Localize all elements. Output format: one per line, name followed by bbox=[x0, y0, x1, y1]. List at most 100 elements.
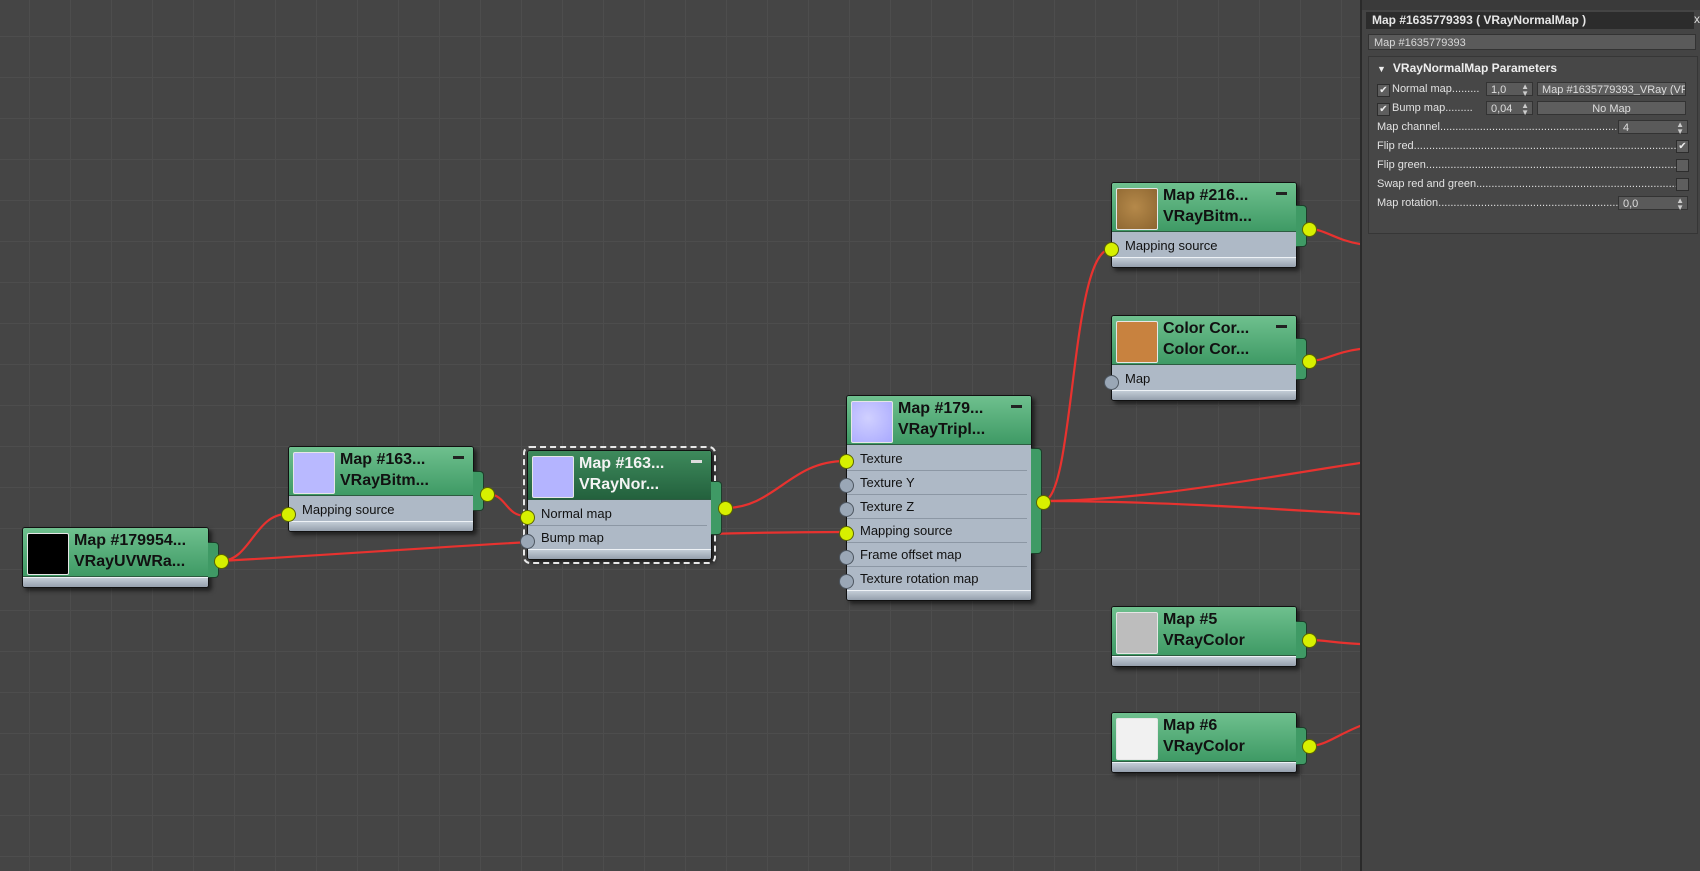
spinner-arrows-icon: ▲ ▼ bbox=[1521, 101, 1529, 117]
node-vraytriplanartex[interactable]: Map #179... VRayTripl... Texture Texture… bbox=[839, 395, 1051, 601]
node-footer bbox=[1112, 390, 1296, 400]
output-port[interactable] bbox=[1302, 739, 1317, 754]
input-port-texture[interactable] bbox=[839, 454, 854, 469]
node-footer bbox=[23, 577, 208, 587]
minimize-icon[interactable] bbox=[1276, 192, 1287, 195]
node-name: Map #163... bbox=[340, 451, 426, 468]
minimize-icon[interactable] bbox=[453, 456, 464, 459]
map-channel-spinner[interactable]: 4 ▲ ▼ bbox=[1618, 120, 1688, 136]
spinner-arrows-icon: ▲ ▼ bbox=[1676, 196, 1684, 212]
collapse-triangle-icon: ▼ bbox=[1377, 64, 1386, 74]
map-thumbnail bbox=[1116, 188, 1158, 230]
spinner-value: 4 bbox=[1623, 122, 1630, 134]
output-port[interactable] bbox=[480, 487, 495, 502]
map-thumbnail bbox=[532, 456, 574, 498]
wire-triplanar-out-a bbox=[1041, 461, 1360, 503]
node-header[interactable]: Color Cor... Color Cor... bbox=[1112, 316, 1296, 365]
spinner-arrows-icon: ▲ ▼ bbox=[1521, 82, 1529, 98]
node-header[interactable]: Map #163... VRayNor... bbox=[528, 451, 711, 500]
map-thumbnail bbox=[27, 533, 69, 575]
slot-normal-map[interactable]: Normal map bbox=[528, 502, 707, 526]
map-name-field[interactable]: Map #1635779393 bbox=[1368, 34, 1696, 50]
node-color-correction[interactable]: Color Cor... Color Cor... Map bbox=[1104, 315, 1317, 401]
bump-map-amount-spinner[interactable]: 0,04 ▲ ▼ bbox=[1486, 101, 1533, 117]
node-vraybitmap-2[interactable]: Map #216... VRayBitm... Mapping source bbox=[1104, 182, 1317, 268]
node-uvw-randomizer[interactable]: Map #179954... VRayUVWRa... bbox=[22, 527, 229, 588]
input-port-texture-z[interactable] bbox=[839, 502, 854, 517]
output-port[interactable] bbox=[1302, 354, 1317, 369]
slot-texture-z[interactable]: Texture Z bbox=[847, 495, 1027, 519]
node-header[interactable]: Map #216... VRayBitm... bbox=[1112, 183, 1296, 232]
wire-triplanar-to-bitmap2 bbox=[1041, 247, 1113, 503]
map-thumbnail bbox=[293, 452, 335, 494]
node-footer bbox=[528, 549, 711, 559]
node-name: Map #179954... bbox=[74, 532, 187, 549]
parameter-editor-panel: Map #1635779393 ( VRayNormalMap ) x Map … bbox=[1360, 0, 1700, 871]
input-port-texture-rotation-map[interactable] bbox=[839, 574, 854, 589]
input-port-frame-offset-map[interactable] bbox=[839, 550, 854, 565]
map-thumbnail bbox=[1116, 718, 1158, 760]
slot-bump-map[interactable]: Bump map bbox=[528, 526, 707, 549]
node-name: Map #6 bbox=[1163, 717, 1218, 734]
output-port[interactable] bbox=[1302, 222, 1317, 237]
normal-map-button[interactable]: Map #1635779393_VRay (VR bbox=[1537, 82, 1686, 96]
input-port-bump-map[interactable] bbox=[520, 534, 535, 549]
map-rotation-spinner[interactable]: 0,0 ▲ ▼ bbox=[1618, 196, 1688, 212]
node-vraycolor-5[interactable]: Map #5 VRayColor bbox=[1111, 606, 1317, 667]
slot-texture-y[interactable]: Texture Y bbox=[847, 471, 1027, 495]
node-type: VRayNor... bbox=[579, 476, 660, 493]
node-vraycolor-6[interactable]: Map #6 VRayColor bbox=[1111, 712, 1317, 773]
node-header[interactable]: Map #5 VRayColor bbox=[1112, 607, 1296, 656]
swap-red-green-label: Swap red and green......................… bbox=[1377, 178, 1677, 190]
slot-texture-rotation-map[interactable]: Texture rotation map bbox=[847, 567, 1027, 590]
output-port[interactable] bbox=[214, 554, 229, 569]
input-port-map[interactable] bbox=[1104, 375, 1119, 390]
node-type: VRayBitm... bbox=[340, 472, 429, 489]
bump-map-button[interactable]: No Map bbox=[1537, 101, 1686, 115]
node-footer bbox=[847, 590, 1031, 600]
input-port-mapping-source[interactable] bbox=[281, 507, 296, 522]
node-vraybitmap-1[interactable]: Map #163... VRayBitm... Mapping source bbox=[281, 446, 495, 532]
minimize-icon[interactable] bbox=[691, 460, 702, 463]
wire-color6-out bbox=[1307, 724, 1360, 748]
node-header[interactable]: Map #163... VRayBitm... bbox=[289, 447, 473, 496]
swap-red-green-checkbox[interactable] bbox=[1676, 178, 1689, 191]
slot-mapping-source[interactable]: Mapping source bbox=[289, 498, 469, 521]
input-port-mapping-source[interactable] bbox=[1104, 242, 1119, 257]
normal-map-label: Normal map......... bbox=[1392, 83, 1480, 95]
rollout-header[interactable]: ▼ VRayNormalMap Parameters bbox=[1377, 61, 1557, 75]
node-header[interactable]: Map #179954... VRayUVWRa... bbox=[23, 528, 208, 577]
output-port[interactable] bbox=[1036, 495, 1051, 510]
node-footer bbox=[1112, 762, 1296, 772]
input-port-mapping-source[interactable] bbox=[839, 526, 854, 541]
spinner-arrows-icon: ▲ ▼ bbox=[1676, 120, 1684, 136]
flip-red-checkbox[interactable]: ✔ bbox=[1676, 140, 1689, 153]
flip-green-checkbox[interactable] bbox=[1676, 159, 1689, 172]
output-port[interactable] bbox=[718, 501, 733, 516]
input-port-texture-y[interactable] bbox=[839, 478, 854, 493]
wire-uvw-to-bitmap1 bbox=[219, 512, 289, 563]
slot-frame-offset-map[interactable]: Frame offset map bbox=[847, 543, 1027, 567]
minimize-icon[interactable] bbox=[1276, 325, 1287, 328]
input-port-normal-map[interactable] bbox=[520, 510, 535, 525]
wire-triplanar-out-b bbox=[1041, 499, 1360, 516]
node-vraynormalmap[interactable]: Map #163... VRayNor... Normal map Bump m… bbox=[520, 446, 733, 564]
slot-mapping-source[interactable]: Mapping source bbox=[1112, 234, 1292, 257]
slot-map[interactable]: Map bbox=[1112, 367, 1292, 390]
slot-texture[interactable]: Texture bbox=[847, 447, 1027, 471]
normal-map-checkbox[interactable]: ✔ bbox=[1377, 84, 1390, 97]
node-footer bbox=[1112, 656, 1296, 666]
map-thumbnail bbox=[851, 401, 893, 443]
node-header[interactable]: Map #6 VRayColor bbox=[1112, 713, 1296, 762]
node-header[interactable]: Map #179... VRayTripl... bbox=[847, 396, 1031, 445]
close-icon[interactable]: x bbox=[1694, 12, 1700, 26]
minimize-icon[interactable] bbox=[1011, 405, 1022, 408]
bump-map-checkbox[interactable]: ✔ bbox=[1377, 103, 1390, 116]
output-port[interactable] bbox=[1302, 633, 1317, 648]
map-rotation-label: Map rotation............................… bbox=[1377, 197, 1627, 209]
vraynormalmap-parameters-rollout: ▼ VRayNormalMap Parameters ✔ Normal map..… bbox=[1368, 56, 1698, 234]
normal-map-amount-spinner[interactable]: 1,0 ▲ ▼ bbox=[1486, 82, 1533, 98]
node-editor-canvas[interactable]: Map #179954... VRayUVWRa... Map #163... … bbox=[0, 0, 1360, 871]
slot-mapping-source[interactable]: Mapping source bbox=[847, 519, 1027, 543]
map-thumbnail bbox=[1116, 321, 1158, 363]
